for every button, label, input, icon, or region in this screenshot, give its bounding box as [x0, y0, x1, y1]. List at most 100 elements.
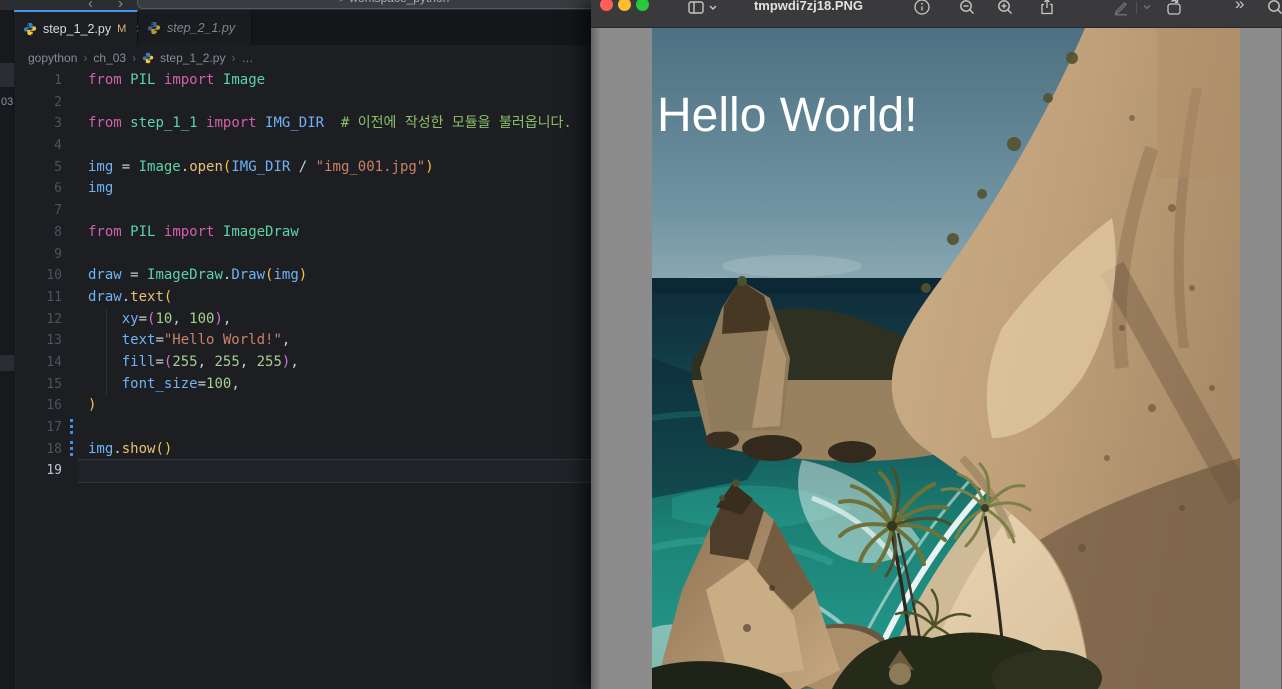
zoom-window-button[interactable] [636, 0, 649, 11]
breadcrumb-item[interactable]: ch_03 [93, 51, 126, 65]
breadcrumb-item[interactable]: step_1_2.py [160, 51, 225, 65]
code-text: xy=(10, 100), [121, 310, 232, 327]
gutter [62, 330, 78, 352]
line-number[interactable]: 1 [14, 70, 62, 92]
line-number[interactable]: 6 [14, 178, 62, 200]
code-line-5[interactable]: 5 img = Image.open(IMG_DIR / "img_001.jpg… [14, 157, 591, 179]
code-text: draw = ImageDraw.Draw(img) [88, 267, 308, 284]
line-number[interactable]: 5 [14, 157, 62, 179]
minimize-window-button[interactable] [618, 0, 631, 11]
tab-bar: step_1_2.py M × step_2_1.py [14, 10, 591, 45]
line-number[interactable]: 17 [14, 417, 62, 439]
line-number[interactable]: 2 [14, 92, 62, 114]
zoom-in-icon[interactable] [996, 0, 1014, 16]
code-text: text="Hello World!", [121, 332, 291, 349]
code-line-7[interactable]: 7 [14, 200, 591, 222]
preview-window: tmpwdi7zj18.PNG » Hello World! [591, 0, 1282, 689]
git-modified-gutter-icon [62, 439, 78, 461]
code-line-8[interactable]: 8 from PIL import ImageDraw [14, 222, 591, 244]
line-number[interactable]: 12 [14, 309, 62, 331]
code-line-14[interactable]: 14 fill=(255, 255, 255), [14, 352, 591, 374]
gutter [62, 157, 78, 179]
markup-icon[interactable] [1112, 0, 1130, 16]
more-toolbar-items-icon[interactable]: » [1235, 0, 1245, 14]
code-text: draw.text( [88, 288, 173, 305]
gutter [62, 265, 78, 287]
code-line-3[interactable]: 3 from step_1_1 import IMG_DIR # 이전에 작성한 … [14, 113, 591, 135]
info-icon[interactable] [913, 0, 931, 16]
gutter [62, 92, 78, 114]
line-number[interactable]: 18 [14, 439, 62, 461]
line-number[interactable]: 9 [14, 244, 62, 266]
code-line-18[interactable]: 18 img.show() [14, 439, 591, 461]
code-line-4[interactable]: 4 [14, 135, 591, 157]
explorer-item-label[interactable]: 03 [1, 96, 13, 108]
explorer-row-highlight[interactable] [0, 63, 14, 87]
line-number[interactable]: 11 [14, 287, 62, 309]
breadcrumb-item[interactable]: … [241, 51, 253, 65]
search-icon[interactable] [1266, 0, 1282, 16]
gutter [62, 178, 78, 200]
line-number[interactable]: 14 [14, 352, 62, 374]
explorer-row-highlight[interactable] [0, 355, 14, 371]
gutter [62, 222, 78, 244]
sidebar-toggle-icon[interactable] [687, 0, 705, 16]
breadcrumb: gopython › ch_03 › step_1_2.py › … [14, 45, 591, 70]
code-line-13[interactable]: 13 text="Hello World!", [14, 330, 591, 352]
gutter [62, 135, 78, 157]
line-number[interactable]: 15 [14, 374, 62, 396]
gutter [62, 395, 78, 417]
chevron-right-icon: › [83, 50, 88, 65]
share-icon[interactable] [1038, 0, 1056, 16]
modified-badge: M [117, 22, 127, 35]
tab-label: step_2_1.py [167, 20, 236, 35]
code-line-12[interactable]: 12 xy=(10, 100), [14, 309, 591, 331]
code-text: from PIL import Image [88, 72, 266, 88]
code-area: 1 from PIL import Image 2 3 from step_1_1 im… [14, 70, 591, 483]
line-number[interactable]: 10 [14, 265, 62, 287]
code-line-9[interactable]: 9 [14, 244, 591, 266]
line-number[interactable]: 7 [14, 200, 62, 222]
markup-chevron-icon[interactable] [1141, 0, 1153, 16]
code-line-17[interactable]: 17 [14, 417, 591, 439]
tab-step_2_1[interactable]: step_2_1.py [138, 10, 252, 45]
preview-content: Hello World! [591, 28, 1282, 689]
code-text: font_size=100, [121, 375, 240, 392]
code-line-10[interactable]: 10 draw = ImageDraw.Draw(img) [14, 265, 591, 287]
chevron-right-icon: › [132, 50, 137, 65]
screen: ‹ › ⌕ workspace_python 03 step_1_2.py M … [0, 0, 1282, 689]
gutter [62, 244, 78, 266]
gutter [62, 374, 78, 396]
code-line-16[interactable]: 16) [14, 395, 591, 417]
line-number[interactable]: 19 [14, 460, 62, 482]
code-editor[interactable]: 1 from PIL import Image 2 3 from step_1_1 im… [14, 70, 591, 689]
code-line-2[interactable]: 2 [14, 92, 591, 114]
chevron-down-icon[interactable] [707, 0, 719, 16]
code-line-1[interactable]: 1 from PIL import Image [14, 70, 591, 92]
tab-step_1_2[interactable]: step_1_2.py M × [14, 10, 144, 45]
command-center[interactable]: ⌕ workspace_python [137, 0, 591, 9]
zoom-out-icon[interactable] [958, 0, 976, 16]
gutter [62, 352, 78, 374]
python-icon [147, 21, 161, 34]
line-number[interactable]: 16 [14, 395, 62, 417]
close-window-button[interactable] [600, 0, 613, 11]
breadcrumb-item[interactable]: gopython [28, 51, 77, 65]
line-number[interactable]: 3 [14, 113, 62, 135]
workspace-name: workspace_python [349, 0, 449, 5]
python-icon [23, 22, 37, 35]
gutter [62, 287, 78, 309]
rotate-icon[interactable] [1165, 0, 1183, 16]
python-icon [142, 52, 154, 63]
code-line-11[interactable]: 11 draw.text( [14, 287, 591, 309]
code-text: img.show() [88, 440, 173, 457]
code-line-6[interactable]: 6 img [14, 178, 591, 200]
line-number[interactable]: 13 [14, 330, 62, 352]
line-number[interactable]: 4 [14, 135, 62, 157]
code-line-15[interactable]: 15 font_size=100, [14, 374, 591, 396]
code-line-19[interactable]: 19 [14, 460, 591, 483]
line-number[interactable]: 8 [14, 222, 62, 244]
